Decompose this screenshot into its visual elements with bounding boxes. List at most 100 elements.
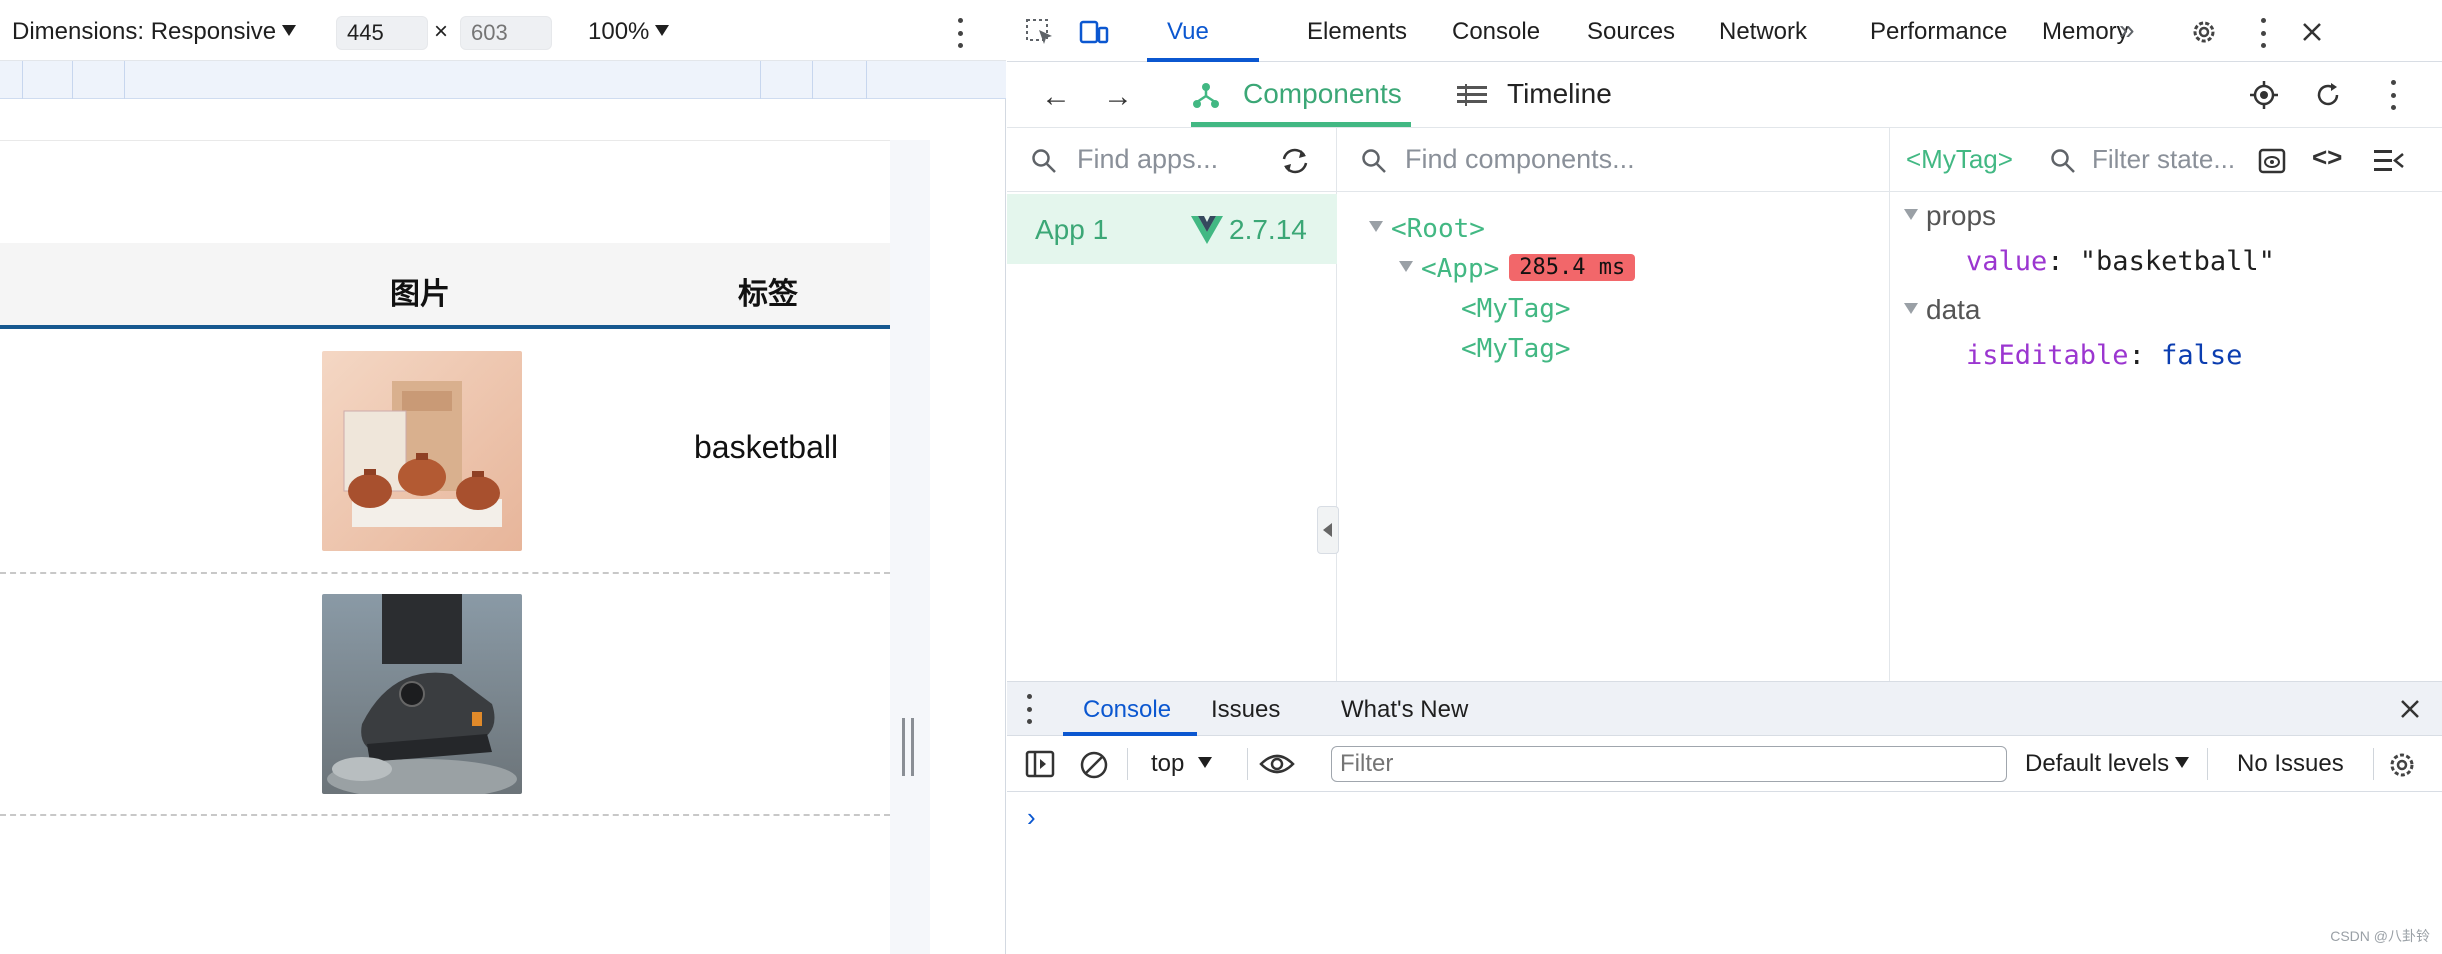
selected-component-name: <MyTag>: [1906, 144, 2013, 174]
tab-elements[interactable]: Elements: [1307, 18, 1407, 46]
tab-components[interactable]: Components: [1243, 78, 1402, 110]
tab-console[interactable]: Console: [1452, 18, 1540, 46]
scroll-to-component-icon[interactable]: [2258, 148, 2286, 174]
settings-gear-icon[interactable]: [2189, 18, 2219, 46]
vue-more-icon[interactable]: [2383, 80, 2403, 110]
console-prompt[interactable]: ›: [1027, 802, 1036, 833]
state-inspector-pane: <MyTag> Filter state... <> props value: …: [1890, 128, 2442, 681]
device-viewport-panel: Dimensions: Responsive × 100% 图片 标签: [0, 0, 1006, 954]
screen: Dimensions: Responsive × 100% 图片 标签: [0, 0, 2442, 954]
console-drawer: Console Issues What's New top Filter Def…: [1007, 681, 2442, 954]
forward-arrow-icon[interactable]: →: [1103, 80, 1133, 114]
app-name: App 1: [1035, 214, 1109, 245]
sync-icon[interactable]: [1279, 146, 1311, 176]
tab-network[interactable]: Network: [1719, 18, 1807, 46]
tab-performance[interactable]: Performance: [1870, 18, 2007, 46]
table-header: 图片 标签: [0, 243, 890, 329]
node-label: <Root>: [1391, 214, 1485, 244]
components-search: Find components...: [1337, 128, 1889, 192]
data-iseditable-row[interactable]: isEditable: false: [1966, 340, 2242, 371]
close-drawer-icon[interactable]: [2397, 696, 2423, 722]
device-toolbar: Dimensions: Responsive × 100%: [0, 0, 1006, 61]
props-section-header[interactable]: props: [1904, 200, 1996, 232]
caret-down-icon: [282, 25, 297, 37]
drawer-tab-issues[interactable]: Issues: [1211, 696, 1280, 724]
drawer-tab-console[interactable]: Console: [1083, 696, 1171, 724]
expand-triangle-icon: [1369, 221, 1383, 232]
refresh-icon[interactable]: [2313, 80, 2343, 110]
filter-state-placeholder: Filter state...: [2092, 144, 2236, 174]
console-settings-icon[interactable]: [2387, 750, 2417, 780]
device-toolbar-icon[interactable]: [1079, 18, 1109, 46]
search-icon: [2051, 149, 2075, 173]
node-label: <MyTag>: [1461, 294, 1571, 324]
sidebar-toggle-icon[interactable]: [1025, 750, 1055, 778]
more-tabs-icon[interactable]: »: [2119, 14, 2135, 46]
data-key: isEditable: [1966, 340, 2129, 371]
devtools-tab-bar: Vue Elements Console Sources Network Per…: [1007, 0, 2442, 62]
toolbar-separator: [1247, 748, 1248, 780]
components-pane: Find components... <Root> <App> 285.4 ms …: [1337, 128, 1890, 681]
more-options-icon[interactable]: [950, 18, 970, 48]
tree-node-mytag[interactable]: <MyTag>: [1461, 334, 1571, 364]
render-time-badge: 285.4 ms: [1509, 254, 1636, 281]
times-sign: ×: [434, 18, 449, 45]
tree-node-app[interactable]: <App> 285.4 ms: [1399, 254, 1636, 284]
drawer-tab-whats-new[interactable]: What's New: [1341, 696, 1468, 724]
width-input[interactable]: [336, 16, 428, 50]
back-arrow-icon[interactable]: ←: [1041, 80, 1071, 114]
tab-sources[interactable]: Sources: [1587, 18, 1675, 46]
tab-memory[interactable]: Memory: [2042, 18, 2129, 46]
media-query-ruler[interactable]: [0, 61, 1006, 99]
close-devtools-icon[interactable]: [2297, 18, 2327, 46]
inspect-element-icon[interactable]: [1025, 18, 1055, 46]
issues-count[interactable]: No Issues: [2237, 750, 2344, 778]
tab-vue[interactable]: Vue: [1167, 18, 1209, 46]
tree-node-mytag[interactable]: <MyTag>: [1461, 294, 1571, 324]
data-section-header[interactable]: data: [1904, 294, 1981, 326]
context-selector[interactable]: top: [1151, 750, 1213, 778]
app-version: 2.7.14: [1229, 214, 1307, 245]
zoom-label: 100%: [588, 18, 650, 45]
viewport-resize-handle[interactable]: [902, 718, 914, 776]
console-filter-input[interactable]: [1331, 746, 2007, 782]
clear-console-icon[interactable]: [1079, 750, 1109, 780]
app-list-item[interactable]: App 1 2.7.14: [1007, 194, 1337, 264]
data-boolean-value[interactable]: false: [2161, 340, 2242, 371]
filter-state-input[interactable]: Filter state...: [2092, 144, 2242, 178]
collapse-pane-handle[interactable]: [1317, 506, 1339, 554]
drawer-menu-icon[interactable]: [1019, 694, 1039, 724]
live-expression-eye-icon[interactable]: [1259, 752, 1295, 776]
select-component-target-icon[interactable]: [2249, 80, 2279, 110]
height-input[interactable]: [460, 16, 552, 50]
expand-triangle-icon: [1904, 209, 1918, 221]
zoom-dropdown[interactable]: 100%: [588, 18, 670, 46]
inspector-header: <MyTag> Filter state... <>: [1890, 128, 2442, 192]
collapse-all-icon[interactable]: [2374, 150, 2404, 172]
table-row: [0, 574, 890, 816]
apps-search: Find apps...: [1007, 128, 1336, 192]
caret-down-icon: [2175, 757, 2190, 769]
apps-search-input[interactable]: Find apps...: [1077, 144, 1218, 175]
caret-down-icon: [1198, 757, 1213, 769]
context-label: top: [1151, 750, 1185, 777]
inspect-dom-icon[interactable]: <>: [2312, 142, 2342, 173]
table-row: basketball: [0, 331, 890, 574]
dimensions-dropdown[interactable]: Dimensions: Responsive: [12, 18, 297, 46]
prop-value-row[interactable]: value: "basketball": [1966, 246, 2275, 277]
log-levels-dropdown[interactable]: Default levels: [2025, 750, 2190, 778]
section-label: props: [1926, 200, 1997, 231]
devtools-menu-icon[interactable]: [2253, 18, 2273, 48]
tree-node-root[interactable]: <Root>: [1369, 214, 1485, 244]
tag-cell[interactable]: basketball: [694, 429, 838, 466]
prop-string-value[interactable]: "basketball": [2080, 246, 2275, 277]
tab-timeline[interactable]: Timeline: [1507, 78, 1612, 110]
watermark: CSDN @八卦铃: [2330, 928, 2430, 944]
timeline-icon: [1457, 84, 1487, 106]
components-search-input[interactable]: Find components...: [1405, 144, 1635, 175]
console-toolbar: top Default levels No Issues: [1007, 736, 2442, 792]
toolbar-separator: [1127, 748, 1128, 780]
search-icon: [1362, 149, 1386, 173]
section-label: data: [1926, 294, 1981, 325]
log-levels-label: Default levels: [2025, 750, 2170, 777]
